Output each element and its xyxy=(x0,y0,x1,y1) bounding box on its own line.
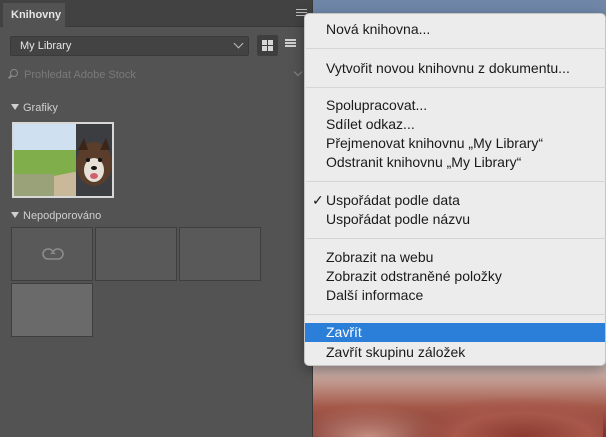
menu-item-delete-library[interactable]: Odstranit knihovnu „My Library“ xyxy=(305,153,605,172)
menu-item-rename-library[interactable]: Přejmenovat knihovnu „My Library“ xyxy=(305,134,605,153)
unsupported-item[interactable] xyxy=(11,283,93,337)
list-view-icon[interactable] xyxy=(285,39,296,50)
section-unsupported-header[interactable]: Nepodporováno xyxy=(11,210,101,222)
disclosure-triangle-icon xyxy=(11,212,19,218)
creative-cloud-icon xyxy=(42,248,64,260)
tab-libraries[interactable]: Knihovny xyxy=(3,3,65,27)
unsupported-item[interactable] xyxy=(95,227,177,281)
menu-separator xyxy=(306,238,606,239)
library-toolbar: My Library xyxy=(10,35,302,58)
panel-tab-bar: Knihovny xyxy=(0,0,312,27)
libraries-panel: Knihovny My Library Prohledat Adobe Stoc… xyxy=(0,0,313,437)
section-graphics-header[interactable]: Grafiky xyxy=(11,102,58,114)
menu-item-share-link[interactable]: Sdílet odkaz... xyxy=(305,115,605,134)
menu-item-view-deleted[interactable]: Zobrazit odstraněné položky xyxy=(305,267,605,286)
library-dropdown[interactable]: My Library xyxy=(10,36,249,56)
stock-search-input[interactable]: Prohledat Adobe Stock xyxy=(10,66,303,84)
unsupported-item[interactable] xyxy=(11,227,93,281)
menu-separator xyxy=(306,48,606,49)
menu-item-close[interactable]: Zavřít xyxy=(305,323,605,342)
context-menu: Nová knihovna... Vytvořit novou knihovnu… xyxy=(304,13,606,366)
disclosure-triangle-icon xyxy=(11,104,19,110)
chevron-down-icon xyxy=(233,38,244,49)
menu-separator xyxy=(306,181,606,182)
menu-separator xyxy=(306,314,606,315)
menu-item-sort-by-date[interactable]: ✓ Uspořádat podle data xyxy=(305,191,605,210)
menu-separator xyxy=(306,87,606,88)
search-icon xyxy=(10,69,18,77)
chevron-down-icon[interactable] xyxy=(293,67,303,77)
grid-view-icon[interactable] xyxy=(257,35,278,56)
mountain-shape xyxy=(403,395,603,437)
menu-item-create-from-document[interactable]: Vytvořit novou knihovnu z dokumentu... xyxy=(305,59,605,78)
menu-item-sort-by-name[interactable]: Uspořádat podle názvu xyxy=(305,210,605,229)
search-placeholder: Prohledat Adobe Stock xyxy=(24,69,136,81)
menu-item-close-tab-group[interactable]: Zavřít skupinu záložek xyxy=(305,343,605,362)
library-dropdown-value: My Library xyxy=(20,40,72,52)
dog-image xyxy=(14,124,112,196)
menu-item-more-info[interactable]: Další informace xyxy=(305,286,605,305)
menu-item-collaborate[interactable]: Spolupracovat... xyxy=(305,96,605,115)
menu-item-view-on-web[interactable]: Zobrazit na webu xyxy=(305,248,605,267)
menu-item-new-library[interactable]: Nová knihovna... xyxy=(305,20,605,39)
checkmark-icon: ✓ xyxy=(312,192,324,208)
unsupported-item[interactable] xyxy=(179,227,261,281)
graphic-thumbnail-dog[interactable] xyxy=(12,122,114,198)
